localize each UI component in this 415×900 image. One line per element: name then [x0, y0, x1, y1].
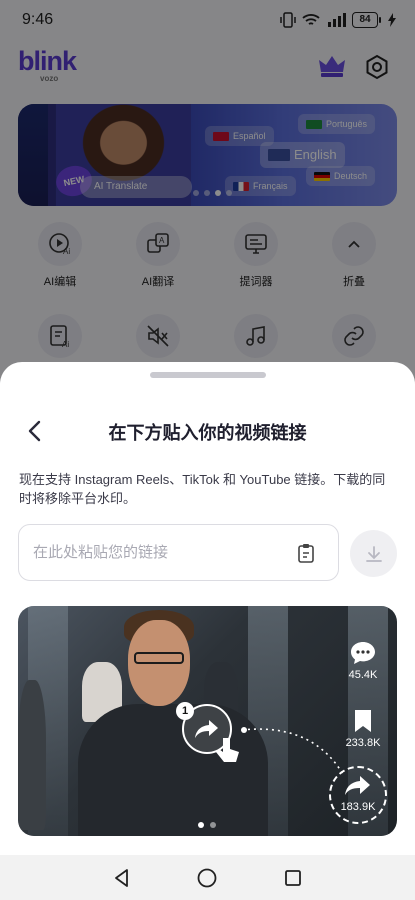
back-triangle-icon[interactable]	[112, 868, 132, 888]
paste-clipboard-icon[interactable]	[297, 543, 315, 563]
share-icon	[345, 776, 370, 795]
saves-stat: 233.8K	[338, 708, 388, 749]
download-button[interactable]	[350, 530, 397, 577]
step-badge: 1	[176, 702, 194, 720]
home-circle-icon[interactable]	[196, 867, 218, 889]
sheet-description: 现在支持 Instagram Reels、TikTok 和 YouTube 链接…	[19, 472, 386, 506]
sheet-drag-handle[interactable]	[150, 372, 266, 378]
comments-stat: 45.4K	[338, 640, 388, 681]
preview-pager	[198, 822, 216, 828]
system-nav-bar	[0, 855, 415, 900]
tutorial-preview: 1 45.4K 233.8K 183.9K	[18, 606, 397, 836]
saves-count: 233.8K	[345, 737, 381, 749]
paste-link-sheet: 在下方贴入你的视频链接 现在支持 Instagram Reels、TikTok …	[0, 362, 415, 855]
link-field[interactable]	[18, 524, 339, 581]
download-icon	[365, 545, 382, 562]
shares-stat: 183.9K	[333, 774, 383, 813]
tap-hand-icon	[216, 738, 239, 762]
bookmark-icon	[355, 710, 371, 732]
comment-icon	[351, 642, 375, 664]
shares-count: 183.9K	[340, 801, 376, 813]
comments-count: 45.4K	[348, 669, 378, 681]
sheet-title: 在下方贴入你的视频链接	[108, 423, 307, 443]
recents-square-icon[interactable]	[283, 868, 303, 888]
link-input[interactable]	[33, 525, 293, 580]
